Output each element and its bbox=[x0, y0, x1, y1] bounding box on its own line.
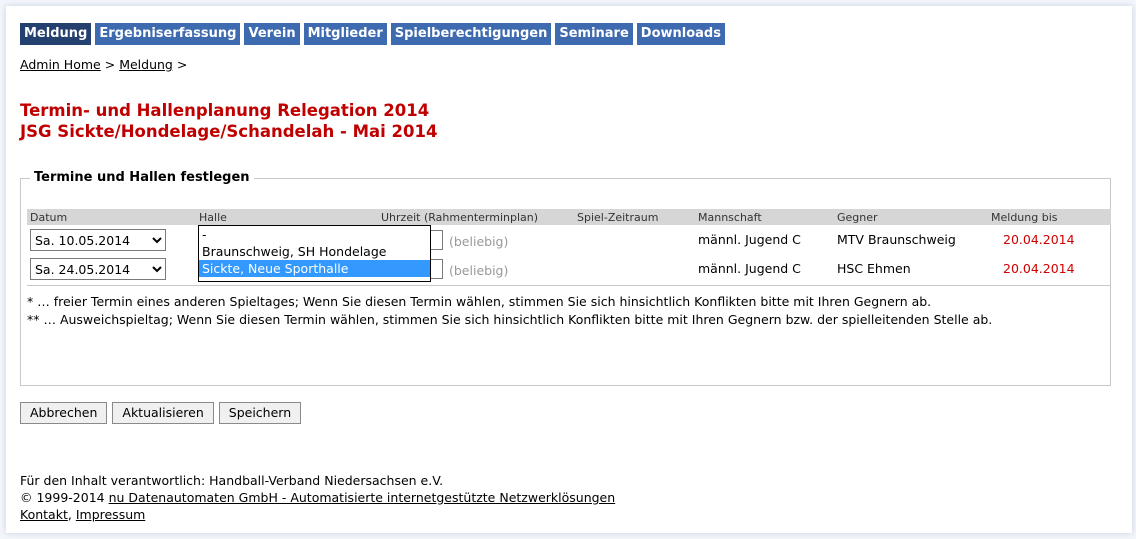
note-alternate-date: ** … Ausweichspieltag; Wenn Sie diesen T… bbox=[27, 312, 993, 327]
breadcrumb-admin-home[interactable]: Admin Home bbox=[20, 57, 101, 72]
header-mannschaft: Mannschaft bbox=[698, 211, 762, 224]
footer: Für den Inhalt verantwortlich: Handball-… bbox=[20, 472, 615, 523]
page: Meldung Ergebniserfassung Verein Mitglie… bbox=[6, 6, 1132, 533]
header-datum: Datum bbox=[30, 211, 68, 224]
gegner-cell: HSC Ehmen bbox=[837, 261, 911, 276]
form-buttons: Abbrechen Aktualisieren Speichern bbox=[20, 402, 302, 424]
datum-select[interactable]: Sa. 10.05.2014 bbox=[30, 229, 166, 251]
notes: * … freier Termin eines anderen Spieltag… bbox=[27, 293, 1107, 329]
uhrzeit-hint: (beliebig) bbox=[449, 263, 509, 278]
tab-seminare[interactable]: Seminare bbox=[555, 23, 633, 45]
meldung-bis-cell: 20.04.2014 bbox=[1003, 261, 1075, 276]
footer-links: Kontakt, Impressum bbox=[20, 506, 615, 523]
header-uhrzeit: Uhrzeit (Rahmenterminplan) bbox=[381, 211, 539, 224]
copyright-link[interactable]: nu Datenautomaten GmbH - Automatisierte … bbox=[109, 490, 616, 505]
breadcrumb-separator: > bbox=[104, 57, 116, 72]
uhrzeit-hint: (beliebig) bbox=[449, 234, 509, 249]
divider bbox=[27, 285, 1111, 286]
tab-downloads[interactable]: Downloads bbox=[636, 23, 725, 45]
datum-select[interactable]: Sa. 24.05.2014 bbox=[30, 258, 166, 280]
cancel-button[interactable]: Abbrechen bbox=[20, 402, 108, 424]
refresh-button[interactable]: Aktualisieren bbox=[112, 402, 214, 424]
tab-mitglieder[interactable]: Mitglieder bbox=[303, 23, 387, 45]
halle-option-sickte[interactable]: Sickte, Neue Sporthalle bbox=[199, 260, 430, 277]
main-nav: Meldung Ergebniserfassung Verein Mitglie… bbox=[20, 23, 725, 45]
tab-ergebniserfassung[interactable]: Ergebniserfassung bbox=[95, 23, 241, 45]
table-row: Sa. 10.05.2014 (beliebig) männl. Jugend … bbox=[21, 229, 1111, 253]
impressum-link[interactable]: Impressum bbox=[76, 507, 145, 522]
meldung-bis-cell: 20.04.2014 bbox=[1003, 232, 1075, 247]
halle-dropdown-list: - Braunschweig, SH Hondelage Sickte, Neu… bbox=[198, 225, 431, 282]
mannschaft-cell: männl. Jugend C bbox=[698, 232, 801, 247]
halle-option-hondelage[interactable]: Braunschweig, SH Hondelage bbox=[199, 243, 430, 260]
footer-responsible: Für den Inhalt verantwortlich: Handball-… bbox=[20, 473, 444, 488]
copyright-text: © 1999-2014 bbox=[20, 490, 105, 505]
footer-copyright: © 1999-2014 nu Datenautomaten GmbH - Aut… bbox=[20, 489, 615, 506]
termine-fieldset: Termine und Hallen festlegen Datum Halle… bbox=[20, 170, 1111, 386]
note-free-date: * … freier Termin eines anderen Spieltag… bbox=[27, 294, 932, 309]
save-button[interactable]: Speichern bbox=[218, 402, 302, 424]
table-row: Sa. 24.05.2014 (beliebig) männl. Jugend … bbox=[21, 258, 1111, 282]
tab-verein[interactable]: Verein bbox=[244, 23, 300, 45]
header-spiel-zeitraum: Spiel-Zeitraum bbox=[577, 211, 659, 224]
page-title-line2: JSG Sickte/Hondelage/Schandelah - Mai 20… bbox=[20, 122, 438, 141]
breadcrumb: Admin Home > Meldung > bbox=[20, 57, 187, 72]
kontakt-link[interactable]: Kontakt bbox=[20, 507, 68, 522]
header-halle: Halle bbox=[199, 211, 227, 224]
tab-meldung[interactable]: Meldung bbox=[20, 23, 92, 45]
breadcrumb-separator: > bbox=[176, 57, 188, 72]
breadcrumb-meldung[interactable]: Meldung bbox=[119, 57, 173, 72]
footer-separator: , bbox=[67, 507, 72, 522]
mannschaft-cell: männl. Jugend C bbox=[698, 261, 801, 276]
fieldset-legend: Termine und Hallen festlegen bbox=[30, 170, 254, 185]
halle-option-none[interactable]: - bbox=[199, 226, 430, 243]
header-meldung-bis: Meldung bis bbox=[991, 211, 1058, 224]
gegner-cell: MTV Braunschweig bbox=[837, 232, 956, 247]
table-header: Datum Halle Uhrzeit (Rahmenterminplan) S… bbox=[27, 209, 1111, 225]
page-title: Termin- und Hallenplanung Relegation 201… bbox=[20, 100, 437, 142]
tab-spielberechtigungen[interactable]: Spielberechtigungen bbox=[390, 23, 552, 45]
header-gegner: Gegner bbox=[837, 211, 878, 224]
page-title-line1: Termin- und Hallenplanung Relegation 201… bbox=[20, 101, 430, 120]
